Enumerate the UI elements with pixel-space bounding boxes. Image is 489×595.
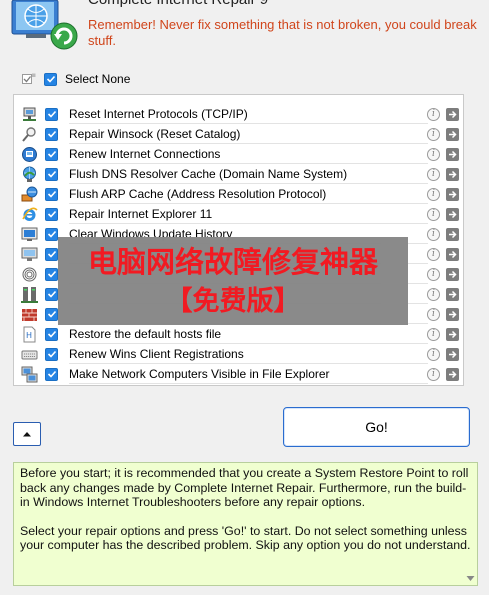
row-divider	[69, 383, 428, 384]
keyboard-icon	[21, 350, 38, 359]
repair-option-label: Renew Wins Client Registrations	[69, 347, 244, 361]
repair-option-label: Restore the default hosts file	[69, 327, 222, 341]
repair-option-checkbox[interactable]	[45, 167, 58, 181]
internet-explorer-icon	[22, 207, 38, 221]
banner-line-1: 电脑网络故障修复神器	[87, 245, 378, 279]
repair-option-label: Flush DNS Resolver Cache (Domain Name Sy…	[69, 167, 348, 181]
monitor-icon	[21, 247, 38, 261]
info-icon[interactable]: i	[427, 227, 440, 241]
network-sharing-icon	[21, 186, 38, 201]
magnifier-icon	[22, 126, 36, 142]
fingerprint-icon	[22, 267, 37, 281]
info-icon[interactable]: i	[427, 347, 440, 361]
run-option-arrow-icon[interactable]	[446, 307, 459, 321]
run-option-arrow-icon[interactable]	[446, 207, 459, 221]
windows-update-icon	[21, 227, 38, 241]
repair-option-checkbox[interactable]	[45, 127, 58, 141]
select-none-label: Select None	[65, 72, 131, 86]
run-option-arrow-icon[interactable]	[446, 187, 459, 201]
run-option-arrow-icon[interactable]	[446, 367, 459, 381]
run-option-arrow-icon[interactable]	[446, 347, 459, 361]
repair-option-checkbox[interactable]	[45, 287, 58, 301]
info-icon[interactable]: i	[427, 367, 440, 381]
repair-option-label: Reset Internet Protocols (TCP/IP)	[69, 107, 248, 121]
repair-option-checkbox[interactable]	[45, 267, 58, 281]
run-option-arrow-icon[interactable]	[446, 267, 459, 281]
info-icon[interactable]: i	[427, 187, 440, 201]
info-icon[interactable]: i	[427, 307, 440, 321]
help-paragraph-2: Select your repair options and press 'Go…	[20, 523, 471, 553]
repair-option-label: Make Network Computers Visible in File E…	[69, 367, 330, 381]
repair-option-label: Flush ARP Cache (Address Resolution Prot…	[69, 187, 327, 201]
repair-option-checkbox[interactable]	[45, 227, 58, 241]
info-icon[interactable]: i	[427, 127, 440, 141]
repair-option-checkbox[interactable]	[45, 247, 58, 261]
hosts-file-icon: H	[23, 326, 36, 342]
info-icon[interactable]: i	[427, 287, 440, 301]
repair-option-row[interactable]: Reset Internet Protocols (TCP/IP) i	[14, 104, 463, 124]
network-globe-icon	[22, 146, 37, 162]
network-adapter-icon	[23, 107, 36, 121]
scroll-down-icon[interactable]	[466, 575, 475, 582]
app-logo-icon	[11, 0, 78, 50]
globe-icon	[23, 166, 36, 182]
repair-option-row[interactable]: Renew Internet Connections i	[14, 144, 463, 164]
repair-option-label: Renew Internet Connections	[69, 147, 221, 161]
network-computers-icon	[21, 366, 38, 382]
repair-option-checkbox[interactable]	[45, 147, 58, 161]
run-option-arrow-icon[interactable]	[446, 287, 459, 301]
info-icon[interactable]: i	[427, 247, 440, 261]
repair-option-row[interactable]: Renew Wins Client Registrations i	[14, 344, 463, 364]
info-icon[interactable]: i	[427, 167, 440, 181]
info-icon[interactable]: i	[427, 327, 440, 341]
collapse-button[interactable]	[13, 422, 41, 446]
info-icon[interactable]: i	[427, 267, 440, 281]
repair-option-row[interactable]: Repair Winsock (Reset Catalog) i	[14, 124, 463, 144]
info-icon[interactable]: i	[427, 207, 440, 221]
help-text-box: Before you start; it is recommended that…	[13, 462, 478, 586]
run-option-arrow-icon[interactable]	[446, 147, 459, 161]
go-button[interactable]: Go!	[283, 407, 470, 447]
repair-option-checkbox[interactable]	[45, 187, 58, 201]
select-none-toggle[interactable]: Select None	[22, 71, 130, 87]
banner-line-2: 【免费版】	[165, 286, 301, 317]
repair-option-row[interactable]: Repair Internet Explorer 11 i	[14, 204, 463, 224]
app-title: Complete Internet Repair 9	[88, 0, 268, 8]
header: Complete Internet Repair 9 Remember! Nev…	[0, 0, 489, 62]
run-option-arrow-icon[interactable]	[446, 167, 459, 181]
repair-option-checkbox[interactable]	[45, 347, 58, 361]
repair-option-checkbox[interactable]	[45, 107, 58, 121]
help-paragraph-1: Before you start; it is recommended that…	[20, 466, 469, 509]
repair-option-row[interactable]: H Restore the default hosts file i	[14, 324, 463, 344]
repair-option-checkbox[interactable]	[45, 207, 58, 221]
repair-option-label: Repair Internet Explorer 11	[69, 207, 213, 221]
info-icon[interactable]: i	[427, 147, 440, 161]
repair-option-label: Repair Winsock (Reset Catalog)	[69, 127, 241, 141]
overlay-banner: 电脑网络故障修复神器 【免费版】	[58, 237, 408, 325]
repair-option-checkbox[interactable]	[45, 307, 58, 321]
run-option-arrow-icon[interactable]	[446, 327, 459, 341]
select-all-icon	[22, 73, 36, 84]
svg-text:H: H	[26, 331, 32, 340]
repair-option-row[interactable]: Make Network Computers Visible in File E…	[14, 364, 463, 384]
repair-option-checkbox[interactable]	[45, 327, 58, 341]
run-option-arrow-icon[interactable]	[446, 127, 459, 141]
server-icon	[21, 286, 38, 303]
run-option-arrow-icon[interactable]	[446, 227, 459, 241]
warning-message: Remember! Never fix something that is no…	[88, 17, 477, 48]
repair-option-checkbox[interactable]	[45, 367, 58, 381]
repair-option-row[interactable]: Flush ARP Cache (Address Resolution Prot…	[14, 184, 463, 204]
select-none-checkbox[interactable]	[44, 72, 57, 86]
firewall-icon	[22, 308, 37, 321]
repair-option-row[interactable]: Flush DNS Resolver Cache (Domain Name Sy…	[14, 164, 463, 184]
info-icon[interactable]: i	[427, 107, 440, 121]
run-option-arrow-icon[interactable]	[446, 107, 459, 121]
run-option-arrow-icon[interactable]	[446, 247, 459, 261]
caret-up-icon	[23, 432, 31, 437]
